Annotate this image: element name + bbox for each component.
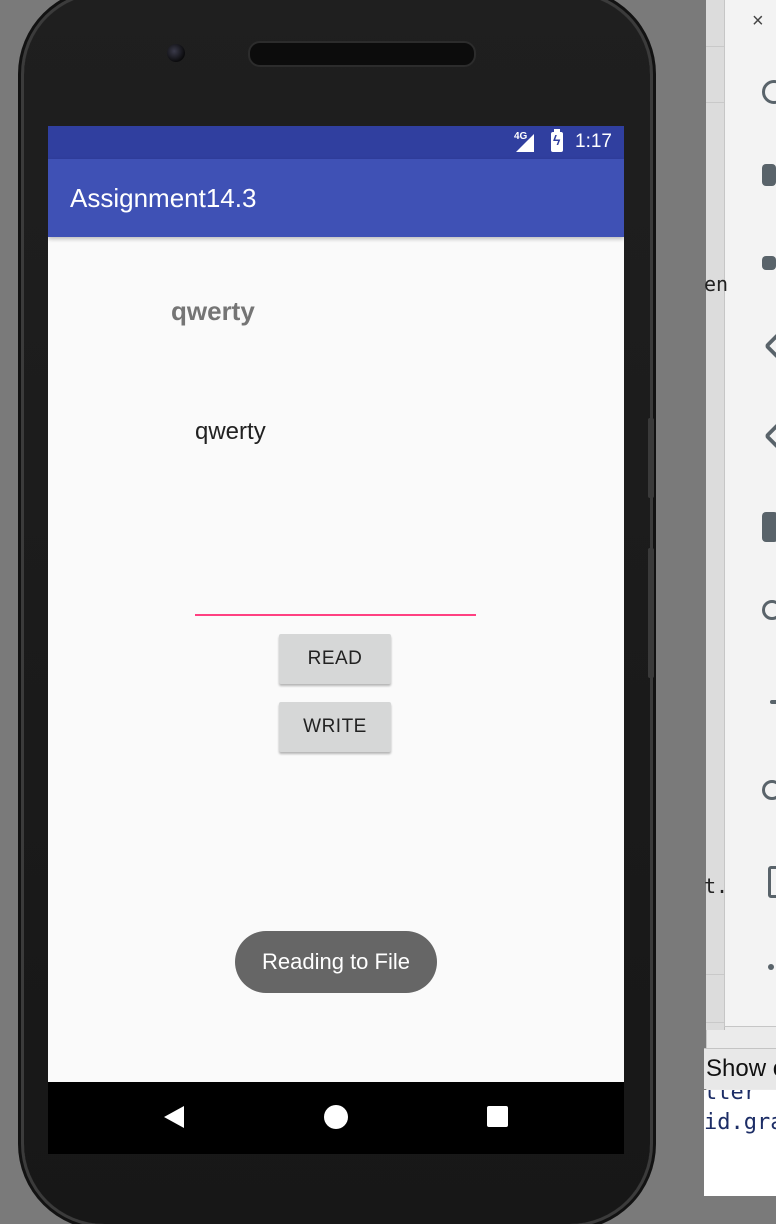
ide-gutter-row <box>706 928 724 975</box>
more-icon[interactable] <box>768 964 774 970</box>
text-input-field[interactable] <box>195 576 476 616</box>
battery-charging-icon <box>551 129 563 152</box>
ide-show-label[interactable]: Show c <box>704 1048 776 1089</box>
device-screen: 4G 1:17 Assignment14.3 qwerty qwerty REA… <box>48 126 624 1154</box>
earpiece-speaker <box>248 41 476 67</box>
back-icon[interactable] <box>164 1106 184 1128</box>
speaker-small-icon[interactable] <box>762 256 776 270</box>
file-content-text: qwerty <box>195 418 266 445</box>
ide-code-view: tter id.gra <box>704 1090 776 1196</box>
close-icon[interactable]: × <box>752 10 764 33</box>
app-bar: Assignment14.3 <box>48 159 624 237</box>
back-arrow-icon[interactable] <box>770 700 776 704</box>
ide-gutter-row <box>706 0 724 47</box>
power-button[interactable] <box>648 548 654 678</box>
status-bar: 4G 1:17 <box>48 126 624 159</box>
ide-text-fragment: en <box>704 272 729 296</box>
zoom-icon[interactable] <box>762 600 776 620</box>
write-button[interactable]: WRITE <box>279 702 391 752</box>
recents-icon[interactable] <box>487 1106 508 1127</box>
app-title: Assignment14.3 <box>70 183 257 213</box>
overview-icon[interactable] <box>768 866 776 898</box>
code-line: id.gra <box>704 1110 776 1135</box>
home-icon[interactable] <box>324 1105 348 1129</box>
volume-button[interactable] <box>648 418 654 498</box>
signal-icon <box>516 134 534 152</box>
ide-gutter-row <box>706 56 724 103</box>
ide-gutter-row <box>706 976 724 1023</box>
ide-text-fragment: t. <box>704 874 729 898</box>
status-time: 1:17 <box>575 131 612 152</box>
code-line: tter <box>704 1090 757 1105</box>
front-camera <box>167 44 185 62</box>
bold-text-label: qwerty <box>171 296 255 326</box>
toast-message: Reading to File <box>235 931 437 993</box>
read-button[interactable]: READ <box>279 634 391 684</box>
navigation-bar <box>48 1082 624 1154</box>
volume-icon[interactable] <box>762 164 776 186</box>
home-circle-icon[interactable] <box>762 780 776 800</box>
camera-icon[interactable] <box>762 512 776 542</box>
